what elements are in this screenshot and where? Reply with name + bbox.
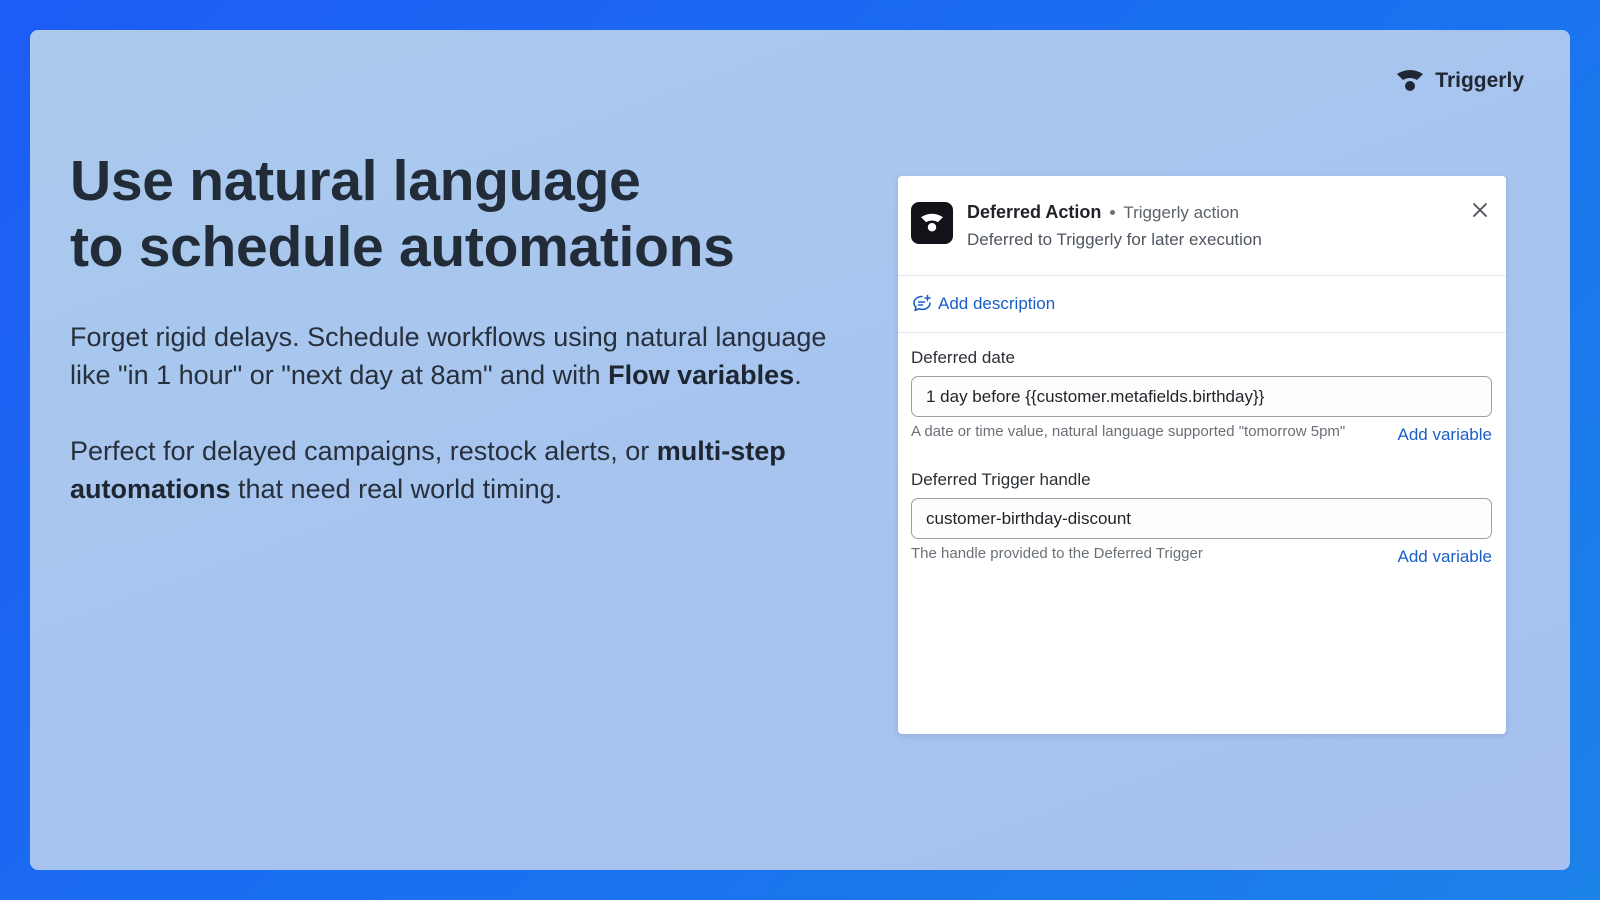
- intro-paragraph: Forget rigid delays. Schedule workflows …: [70, 318, 870, 394]
- close-button[interactable]: [1470, 200, 1490, 220]
- intro-end: .: [794, 360, 802, 390]
- headline-line-2: to schedule automations: [70, 215, 735, 279]
- deferred-date-footer: A date or time value, natural language s…: [911, 423, 1492, 445]
- panel-title-row: Deferred Action Triggerly action: [967, 202, 1262, 223]
- close-icon: [1473, 203, 1487, 217]
- deferred-trigger-handle-input[interactable]: customer-birthday-discount: [911, 498, 1492, 539]
- deferred-action-panel: Deferred Action Triggerly action Deferre…: [898, 176, 1506, 734]
- deferred-date-help: A date or time value, natural language s…: [911, 423, 1346, 440]
- hero-card: Triggerly Use natural language to schedu…: [30, 30, 1570, 870]
- page-title: Use natural language to schedule automat…: [70, 148, 870, 280]
- deferred-date-field: Deferred date 1 day before {{customer.me…: [911, 348, 1492, 445]
- comment-add-icon: [913, 294, 931, 312]
- triggerly-logo-icon: [1395, 68, 1425, 94]
- add-description-label: Add description: [938, 294, 1056, 313]
- deferred-date-label: Deferred date: [911, 348, 1015, 367]
- deferred-date-input[interactable]: 1 day before {{customer.metafields.birth…: [911, 376, 1492, 417]
- headline-line-1: Use natural language: [70, 149, 641, 213]
- panel-title: Deferred Action: [967, 202, 1102, 222]
- deferred-trigger-handle-label: Deferred Trigger handle: [911, 470, 1091, 489]
- panel-header: Deferred Action Triggerly action Deferre…: [898, 176, 1506, 276]
- brand-name: Triggerly: [1435, 69, 1524, 92]
- separator-dot: [1110, 210, 1116, 215]
- intro-bold: Flow variables: [608, 360, 795, 390]
- deferred-trigger-handle-help: The handle provided to the Deferred Trig…: [911, 545, 1203, 562]
- deferred-trigger-handle-footer: The handle provided to the Deferred Trig…: [911, 545, 1492, 567]
- triggerly-app-icon: [911, 202, 953, 244]
- deferred-trigger-handle-field: Deferred Trigger handle customer-birthda…: [911, 470, 1492, 567]
- panel-header-text: Deferred Action Triggerly action Deferre…: [967, 202, 1262, 250]
- brand: Triggerly: [1395, 68, 1524, 94]
- add-variable-link[interactable]: Add variable: [1397, 425, 1492, 445]
- use-cases-end: that need real world timing.: [230, 474, 563, 504]
- use-cases-paragraph: Perfect for delayed campaigns, restock a…: [70, 432, 870, 508]
- panel-description: Deferred to Triggerly for later executio…: [967, 230, 1262, 249]
- use-cases-text: Perfect for delayed campaigns, restock a…: [70, 436, 657, 466]
- panel-subtitle: Triggerly action: [1123, 202, 1239, 222]
- add-description-button[interactable]: Add description: [898, 276, 1506, 333]
- add-variable-link[interactable]: Add variable: [1397, 547, 1492, 567]
